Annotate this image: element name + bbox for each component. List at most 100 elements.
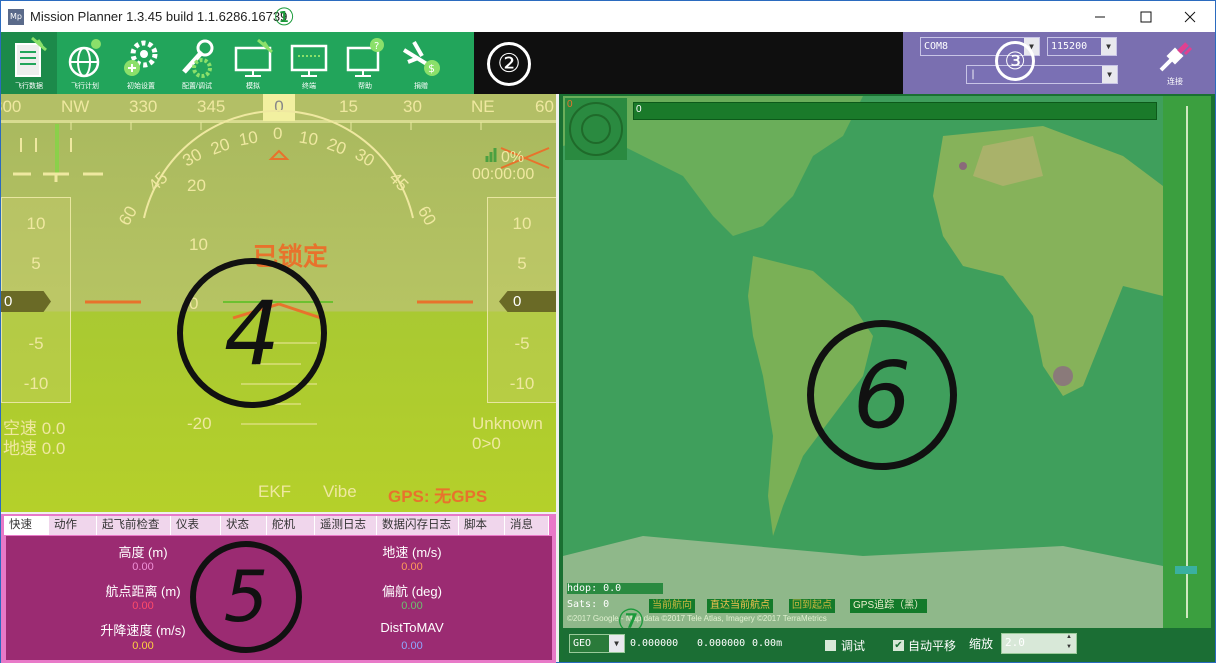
minimize-button[interactable] — [1077, 1, 1123, 32]
toolbar-label: 帮助 — [358, 83, 372, 90]
link-select[interactable]: | ▼ — [966, 65, 1118, 84]
tab-actions[interactable]: 动作 — [49, 516, 97, 535]
tab-gauges[interactable]: 仪表 — [171, 516, 221, 535]
com-port-value: COM8 — [924, 41, 949, 52]
compass-widget — [565, 98, 627, 160]
gps-status: GPS: 无GPS — [388, 487, 488, 506]
map-top-bar-value: 0 — [636, 104, 642, 115]
pitch-label: 20 — [187, 176, 206, 195]
toolbar-label: 终端 — [302, 83, 316, 90]
map-copyright: ©2017 Google - Map data ©2017 Tele Atlas… — [567, 614, 827, 623]
window-title: Mission Planner 1.3.45 build 1.1.6286.16… — [30, 9, 288, 24]
altitude-value-box: 0 — [499, 291, 556, 312]
annotation-5: 5 — [190, 541, 302, 653]
autopan-checkbox[interactable]: ✔ — [893, 640, 904, 651]
quick-value: 0.00 — [401, 640, 423, 652]
map-status-bar: GEO ▼ 0.000000 0.000000 0.00m 调试 ✔ 自动平移 … — [563, 630, 1215, 662]
tab-preflight[interactable]: 起飞前检查 — [97, 516, 171, 535]
connection-panel: COM8 ▼ 115200 ▼ | ▼ ③ 连接 — [903, 32, 1215, 94]
lng-readout: 0.000000 — [697, 638, 746, 649]
baud-rate-value: 115200 — [1051, 41, 1088, 52]
gps-track-button[interactable]: GPS追踪（黑） — [850, 599, 928, 613]
close-button[interactable] — [1167, 1, 1213, 32]
groundspeed-readout: 地速 0.0 — [3, 439, 66, 458]
toolbar-label: 模拟 — [246, 83, 260, 90]
debug-checkbox[interactable] — [825, 640, 836, 651]
toolbar-menu: 飞行数据 飞行计划 初始设置 配置/调试 模拟 终端 ? 帮助 $ 捐赠 — [1, 32, 474, 94]
toolbar-item-help[interactable]: ? 帮助 — [337, 32, 393, 94]
flight-plan-icon — [68, 39, 101, 78]
link-value: | — [970, 69, 977, 80]
quick-view: 高度 (m) 0.00 地速 (m/s) 0.00 航点距离 (m) 0.00 … — [6, 536, 552, 660]
coord-system-select[interactable]: GEO ▼ — [569, 634, 625, 653]
speed-tape-label: -10 — [23, 374, 49, 393]
ekf-status[interactable]: EKF — [258, 482, 291, 502]
connect-label: 连接 — [1167, 77, 1183, 86]
simulation-icon — [234, 38, 273, 77]
chevron-up-icon[interactable]: ▲ — [1062, 634, 1076, 643]
altitude-tape-label: -10 — [509, 374, 535, 393]
toolbar-label: 飞行数据 — [15, 83, 43, 90]
baud-rate-select[interactable]: 115200 ▼ — [1047, 37, 1117, 56]
vibe-status[interactable]: Vibe — [323, 482, 357, 502]
tab-messages[interactable]: 消息 — [505, 516, 549, 535]
sats-readout: Sats: 0 — [567, 599, 610, 610]
quick-value: 0.00 — [401, 600, 423, 612]
connect-button[interactable]: 连接 — [1151, 36, 1199, 92]
donate-icon: $ — [402, 41, 440, 76]
return-home-button[interactable]: 回到起点 — [789, 599, 835, 613]
tab-status[interactable]: 状态 — [221, 516, 267, 535]
help-icon: ? — [346, 38, 384, 77]
toolbar-label: 初始设置 — [127, 83, 155, 90]
alt-readout: 0.00m — [752, 638, 783, 649]
quick-tabs: 快速 动作 起飞前检查 仪表 状态 舵机 遥测日志 数据闪存日志 脚本 消息 — [4, 516, 549, 535]
maximize-button[interactable] — [1123, 1, 1169, 32]
hdop-readout: hdop: 0.0 — [567, 583, 663, 594]
waypoint-readout: 0>0 — [472, 434, 501, 453]
toolbar-item-flight-plan[interactable]: 飞行计划 — [57, 32, 113, 94]
coord-system-value: GEO — [573, 638, 592, 649]
map-top-value: 0 — [567, 99, 573, 110]
speed-tape-label: 5 — [31, 254, 41, 273]
chevron-down-icon[interactable]: ▼ — [1062, 644, 1076, 653]
terminal-icon — [290, 44, 328, 77]
quick-label: 地速 (m/s) — [382, 545, 442, 560]
toolbar-label: 飞行计划 — [71, 83, 99, 90]
title-bar: Mp Mission Planner 1.3.45 build 1.1.6286… — [1, 1, 1215, 32]
svg-text:?: ? — [374, 41, 379, 52]
current-heading-button[interactable]: 当前航向 — [649, 599, 695, 613]
altitude-tape-label: 5 — [517, 254, 527, 273]
chevron-down-icon: ▼ — [1102, 66, 1117, 83]
toolbar-item-initial-setup[interactable]: 初始设置 — [113, 32, 169, 94]
tab-scripts[interactable]: 脚本 — [459, 516, 505, 535]
zoom-slider[interactable] — [1163, 96, 1211, 628]
tab-servo[interactable]: 舵机 — [267, 516, 315, 535]
quick-value: 0.00 — [401, 561, 423, 573]
toolbar-label: 捐赠 — [414, 83, 428, 90]
autopan-label: 自动平移 — [908, 639, 957, 653]
tab-dataflash[interactable]: 数据闪存日志 — [377, 516, 459, 535]
config-tuning-icon — [182, 39, 214, 78]
tab-tlogs[interactable]: 遥测日志 — [315, 516, 377, 535]
toolbar-item-donate[interactable]: $ 捐赠 — [393, 32, 449, 94]
toolbar-item-config-tuning[interactable]: 配置/调试 — [169, 32, 225, 94]
speed-tape-label: -5 — [28, 334, 44, 353]
plug-icon — [1159, 42, 1193, 72]
battery-percent: 0% — [501, 149, 525, 166]
toolbar-item-terminal[interactable]: 终端 — [281, 32, 337, 94]
annotation-6: 6 — [807, 320, 957, 470]
toolbar-item-flight-data[interactable]: 飞行数据 — [1, 32, 57, 94]
pitch-label: -20 — [187, 414, 212, 433]
quick-panel: 快速 动作 起飞前检查 仪表 状态 舵机 遥测日志 数据闪存日志 脚本 消息 高… — [1, 514, 556, 663]
zoom-stepper[interactable]: 2.0 ▲ ▼ — [1001, 633, 1077, 654]
debug-label: 调试 — [841, 639, 866, 653]
annotation-7: ⑦ — [616, 602, 646, 628]
flight-mode: Unknown — [472, 414, 543, 433]
map-view[interactable]: 0 0 hdop: 0.0 Sats: 0 当前航向 直达当前航点 回到起点 G… — [563, 96, 1163, 628]
goto-waypoint-button[interactable]: 直达当前航点 — [707, 599, 773, 613]
toolbar-item-simulation[interactable]: 模拟 — [225, 32, 281, 94]
annotation-1: ① — [273, 3, 295, 31]
annotation-3: ③ — [995, 41, 1035, 81]
zoom-value: 2.0 — [1005, 636, 1025, 649]
tab-quick[interactable]: 快速 — [4, 516, 49, 535]
